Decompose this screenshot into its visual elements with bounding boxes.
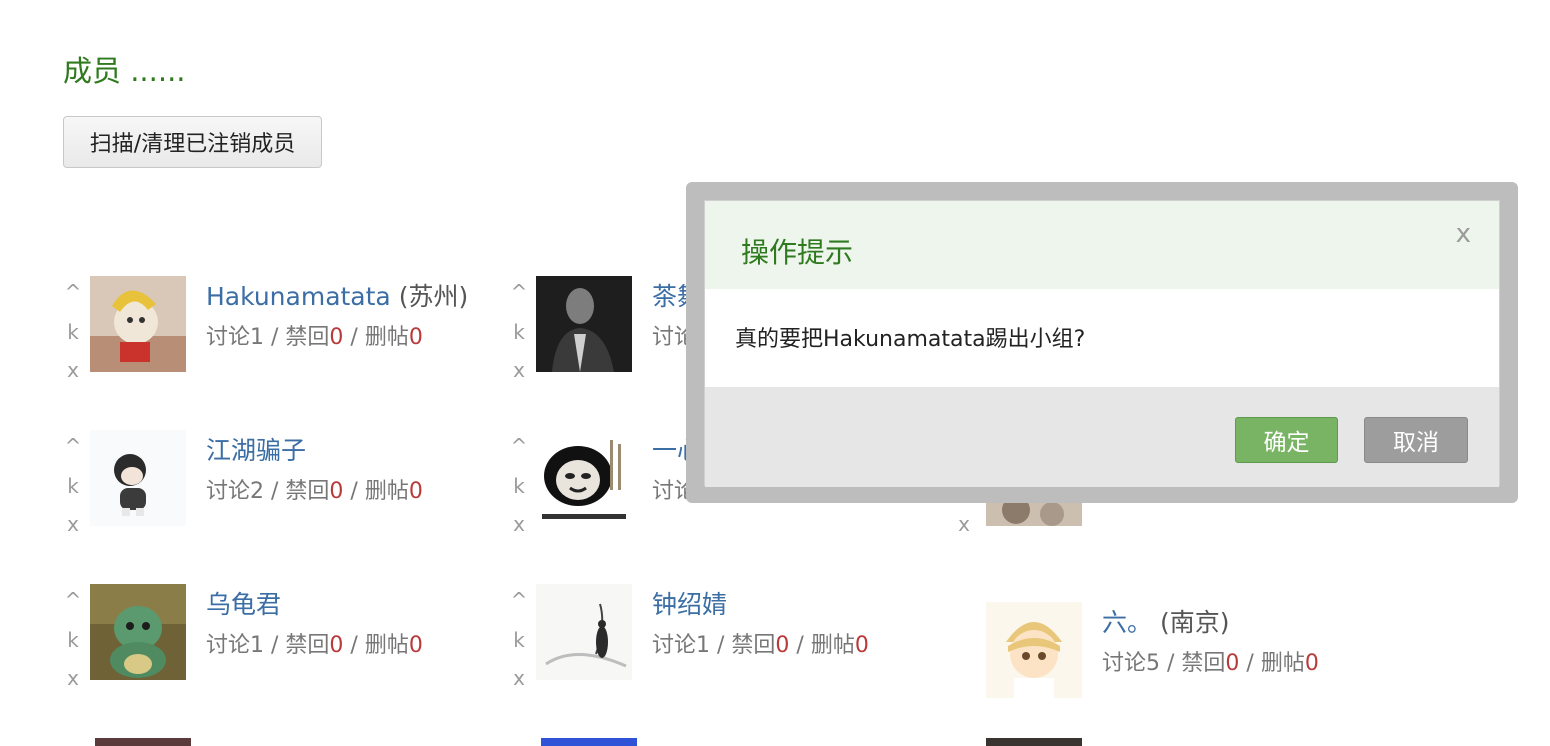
remove-op[interactable]: x xyxy=(63,512,83,536)
page: 成员 ...... 扫描/清理已注销成员 ^ k x Hakunamatata … xyxy=(0,0,1550,746)
avatar[interactable] xyxy=(536,276,632,372)
member-location: (苏州) xyxy=(390,282,469,311)
remove-op[interactable]: x xyxy=(63,666,83,690)
kick-op[interactable]: k xyxy=(63,474,83,498)
remove-op[interactable]: x xyxy=(509,512,529,536)
member-stats: 讨论5 / 禁回0 / 删帖0 xyxy=(1102,651,1319,676)
member-name-link[interactable]: 江湖骗子 xyxy=(206,436,306,465)
avatar[interactable] xyxy=(986,602,1082,698)
dialog-footer: 确定 取消 xyxy=(705,387,1499,487)
avatar[interactable] xyxy=(90,430,186,526)
promote-op[interactable]: ^ xyxy=(63,588,83,612)
remove-op[interactable]: x xyxy=(954,512,974,536)
member-card: ^ k x 乌龟君 讨论1 / 禁回0 / 删帖0 xyxy=(63,584,503,704)
section-title: 成员 ...... xyxy=(63,54,186,88)
promote-op[interactable]: ^ xyxy=(509,434,529,458)
promote-op[interactable]: ^ xyxy=(509,588,529,612)
avatar[interactable] xyxy=(90,276,186,372)
member-card: ^ k x 钟绍婧 讨论1 / 禁回0 / 删帖0 xyxy=(509,584,949,704)
member-name-link[interactable]: Hakunamatata xyxy=(206,282,391,311)
member-name-link[interactable]: 乌龟君 xyxy=(206,590,281,619)
dialog-title: 操作提示 xyxy=(741,236,854,269)
avatar[interactable] xyxy=(986,738,1082,746)
member-stats: 讨论2 / 禁回0 / 删帖0 xyxy=(206,479,423,504)
remove-op[interactable]: x xyxy=(509,666,529,690)
modal-overlay-frame: 操作提示 x 真的要把Hakunamatata踢出小组? 确定 取消 xyxy=(686,182,1518,503)
avatar[interactable] xyxy=(541,738,637,746)
avatar[interactable] xyxy=(90,584,186,680)
member-info: 钟绍婧 讨论1 / 禁回0 / 删帖0 xyxy=(652,590,869,660)
member-stats: 讨论1 / 禁回0 / 删帖0 xyxy=(652,633,869,658)
cancel-button[interactable]: 取消 xyxy=(1364,417,1468,463)
member-card: ^ k x 江湖骗子 讨论2 / 禁回0 / 删帖0 xyxy=(63,430,503,550)
remove-op[interactable]: x xyxy=(509,358,529,382)
remove-op[interactable]: x xyxy=(63,358,83,382)
kick-op[interactable]: k xyxy=(509,320,529,344)
member-info: 江湖骗子 讨论2 / 禁回0 / 删帖0 xyxy=(206,436,423,506)
kick-op[interactable]: k xyxy=(509,628,529,652)
kick-op[interactable]: k xyxy=(63,320,83,344)
avatar[interactable] xyxy=(95,738,191,746)
promote-op[interactable]: ^ xyxy=(509,280,529,304)
scan-cleanup-button[interactable]: 扫描/清理已注销成员 xyxy=(63,116,322,168)
member-name-link[interactable]: 钟绍婧 xyxy=(652,590,727,619)
confirm-dialog: 操作提示 x 真的要把Hakunamatata踢出小组? 确定 取消 xyxy=(704,200,1500,487)
promote-op[interactable]: ^ xyxy=(63,434,83,458)
dialog-body: 真的要把Hakunamatata踢出小组? xyxy=(705,289,1499,387)
member-info: 乌龟君 讨论1 / 禁回0 / 删帖0 xyxy=(206,590,423,660)
confirm-button[interactable]: 确定 xyxy=(1235,417,1338,463)
member-name-link[interactable]: 六。 xyxy=(1102,608,1152,637)
member-card: ^ k x Hakunamatata (苏州) 讨论1 / 禁回0 / 删帖0 xyxy=(63,276,503,396)
dialog-header: 操作提示 x xyxy=(705,201,1499,289)
member-info: Hakunamatata (苏州) 讨论1 / 禁回0 / 删帖0 xyxy=(206,282,468,352)
member-stats: 讨论1 / 禁回0 / 删帖0 xyxy=(206,633,423,658)
member-stats: 讨论1 / 禁回0 / 删帖0 xyxy=(206,325,423,350)
avatar[interactable] xyxy=(536,584,632,680)
close-icon[interactable]: x xyxy=(1456,219,1471,249)
kick-op[interactable]: k xyxy=(63,628,83,652)
member-info: 六。 (南京) 讨论5 / 禁回0 / 删帖0 xyxy=(1102,608,1319,678)
promote-op[interactable]: ^ xyxy=(63,280,83,304)
avatar[interactable] xyxy=(536,430,632,526)
dialog-message: 真的要把Hakunamatata踢出小组? xyxy=(735,327,1086,352)
member-card: 六。 (南京) 讨论5 / 禁回0 / 删帖0 xyxy=(986,602,1426,722)
kick-op[interactable]: k xyxy=(509,474,529,498)
member-location: (南京) xyxy=(1152,608,1230,637)
